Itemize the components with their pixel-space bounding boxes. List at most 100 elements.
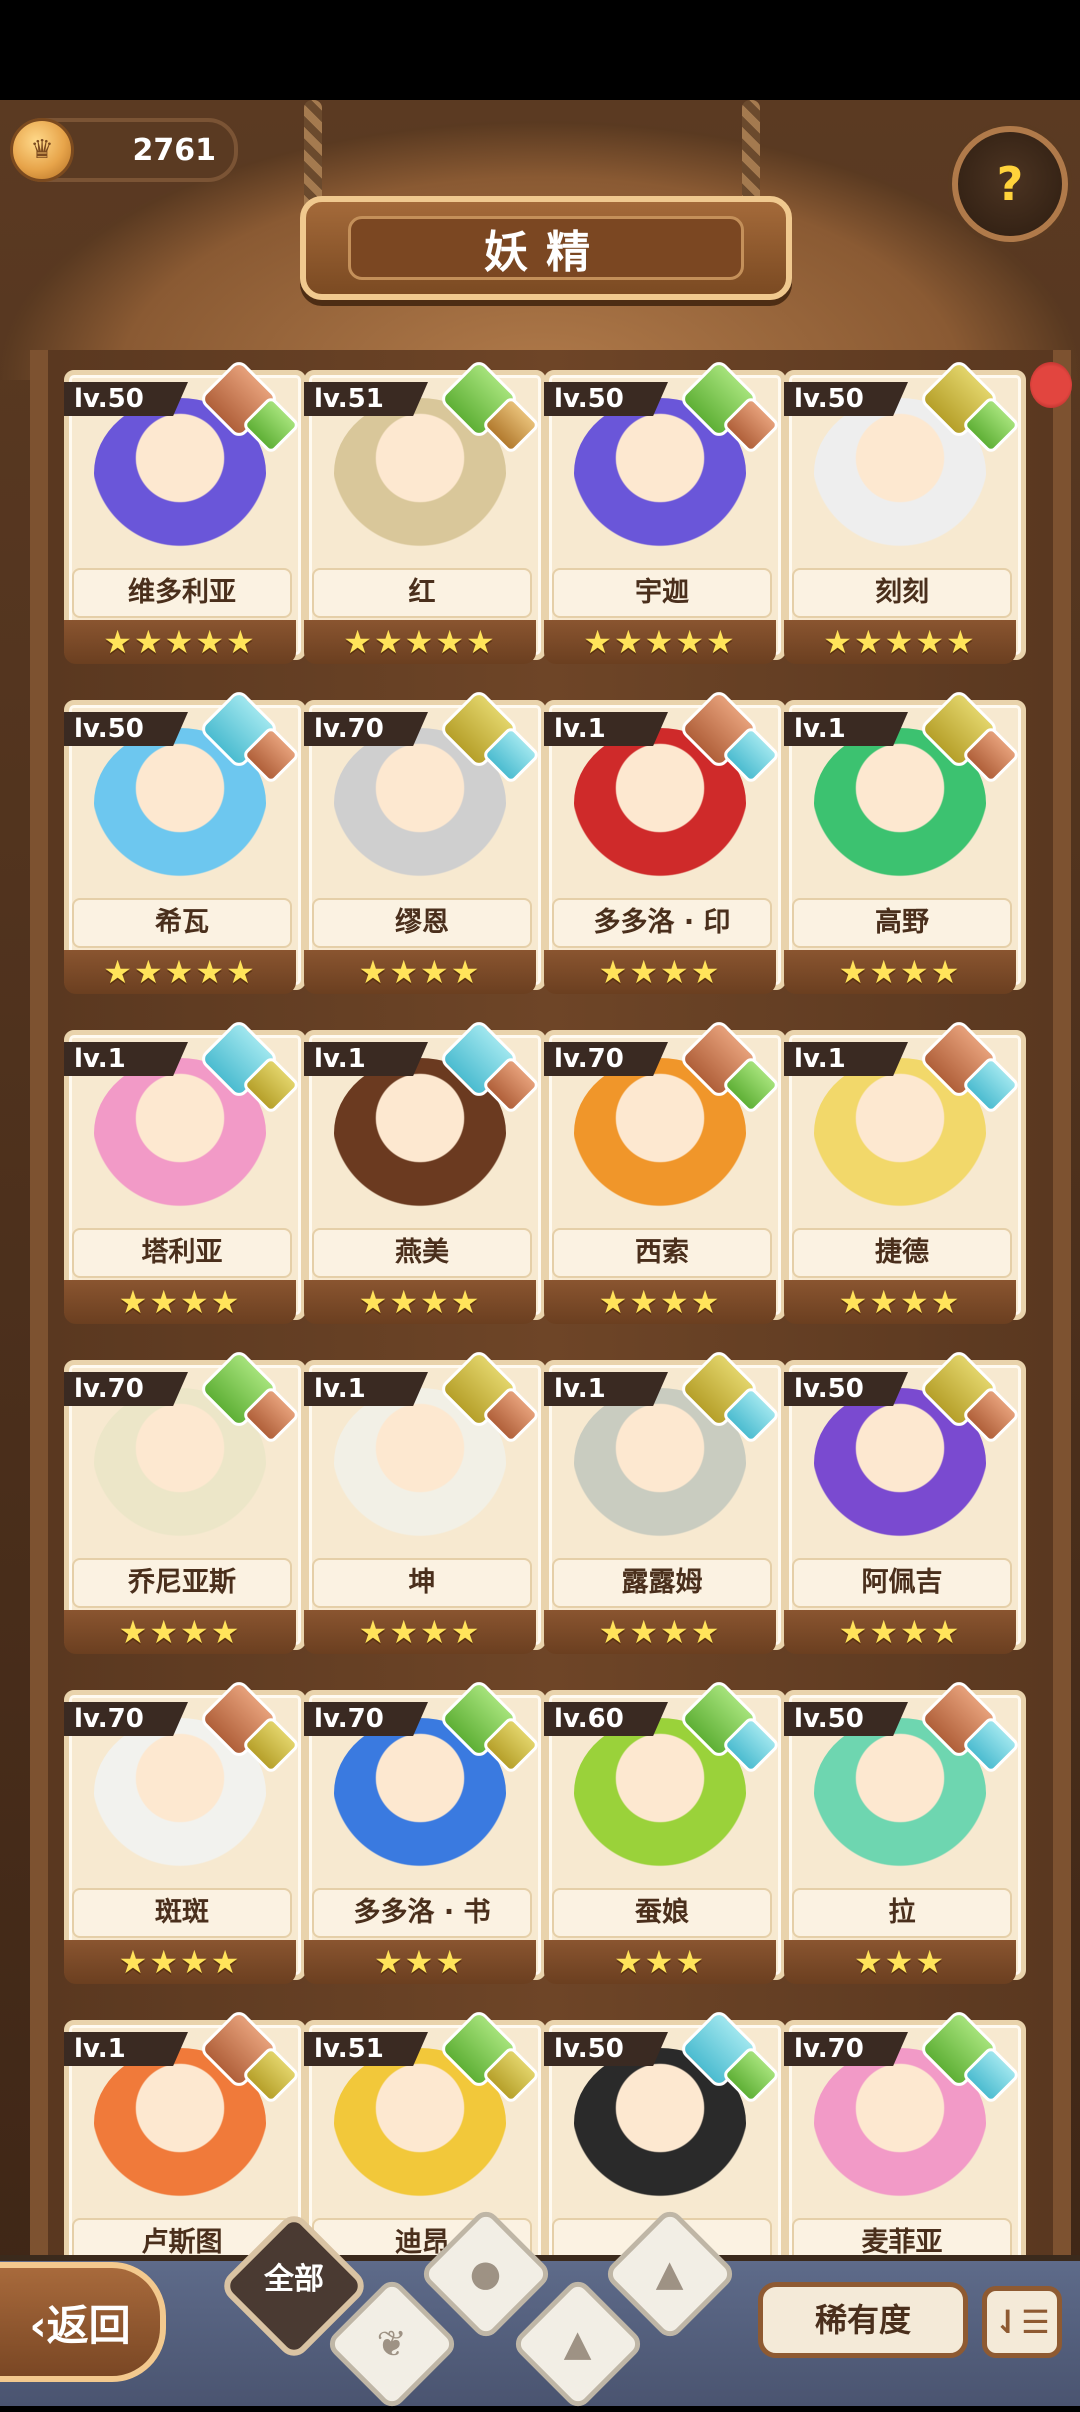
fairy-card[interactable]: lv.1 露露姆 ★★★★ <box>544 1347 786 1654</box>
star-rating: ★★★★★ <box>64 620 296 664</box>
star-rating: ★★★★ <box>544 950 776 994</box>
level-badge: lv.50 <box>784 382 908 416</box>
star-rating: ★★★ <box>544 1940 776 1984</box>
question-sprout-icon: ? <box>996 157 1024 211</box>
crown-coin-icon: ♛ <box>10 118 74 182</box>
fairy-name: 红 <box>312 568 532 618</box>
title-plaque: 妖精 <box>300 196 792 300</box>
level-badge: lv.70 <box>304 712 428 746</box>
fairy-card[interactable]: lv.70 缪恩 ★★★★ <box>304 687 546 994</box>
level-badge: lv.1 <box>304 1042 428 1076</box>
fairy-card[interactable]: lv.1 高野 ★★★★ <box>784 687 1026 994</box>
star-rating: ★★★★ <box>304 950 536 994</box>
fairy-name: 宇迦 <box>552 568 772 618</box>
fairy-name: 坤 <box>312 1558 532 1608</box>
fairy-card[interactable]: lv.70 西索 ★★★★ <box>544 1017 786 1324</box>
fairy-name: 西索 <box>552 1228 772 1278</box>
level-badge: lv.50 <box>544 2032 668 2066</box>
level-badge: lv.1 <box>544 1372 668 1406</box>
fairy-card[interactable]: lv.50 希瓦 ★★★★★ <box>64 687 306 994</box>
rarity-sort-button[interactable]: 稀有度 <box>758 2282 968 2358</box>
fairy-name: 斑斑 <box>72 1888 292 1938</box>
star-rating: ★★★★ <box>544 1610 776 1654</box>
fairy-card[interactable]: lv.1 捷德 ★★★★ <box>784 1017 1026 1324</box>
level-badge: lv.50 <box>64 382 188 416</box>
page-title: 妖精 <box>348 216 744 280</box>
ladybug-icon[interactable] <box>1030 362 1072 408</box>
fairy-card[interactable]: lv.70 多多洛 · 书 ★★★ <box>304 1677 546 1984</box>
level-badge: lv.1 <box>784 712 908 746</box>
fairy-card[interactable]: lv.50 宇迦 ★★★★★ <box>544 357 786 664</box>
level-badge: lv.50 <box>64 712 188 746</box>
fairy-card[interactable]: lv.70 乔尼亚斯 ★★★★ <box>64 1347 306 1654</box>
fairy-card[interactable]: lv.50 维多利亚 ★★★★★ <box>64 357 306 664</box>
fairy-name: 高野 <box>792 898 1012 948</box>
fairy-card[interactable]: lv.1 坤 ★★★★ <box>304 1347 546 1654</box>
star-rating: ★★★★ <box>304 1280 536 1324</box>
fairy-card[interactable]: lv.60 蚕娘 ★★★ <box>544 1677 786 1984</box>
level-badge: lv.70 <box>544 1042 668 1076</box>
level-badge: lv.51 <box>304 382 428 416</box>
mountain-icon: ▲ <box>564 2323 592 2365</box>
level-badge: lv.1 <box>784 1042 908 1076</box>
fairy-name: 维多利亚 <box>72 568 292 618</box>
fairy-name: 捷德 <box>792 1228 1012 1278</box>
fairy-name: 多多洛 · 印 <box>552 898 772 948</box>
star-rating: ★★★★ <box>64 1610 296 1654</box>
star-rating: ★★★★ <box>544 1280 776 1324</box>
fairy-grid: lv.50 维多利亚 ★★★★★ lv.51 红 ★★★★★ lv.50 宇迦 ★★★★★ lv.… <box>64 357 1026 2314</box>
fairy-card[interactable]: lv.1 多多洛 · 印 ★★★★ <box>544 687 786 994</box>
fairy-name: 缪恩 <box>312 898 532 948</box>
star-rating: ★★★ <box>784 1940 1016 1984</box>
sort-order-button[interactable]: ⇃☰ <box>982 2286 1062 2358</box>
level-badge: lv.1 <box>304 1372 428 1406</box>
fairy-card[interactable]: lv.50 阿佩吉 ★★★★ <box>784 1347 1026 1654</box>
level-badge: lv.50 <box>544 382 668 416</box>
level-badge: lv.70 <box>304 1702 428 1736</box>
level-badge: lv.60 <box>544 1702 668 1736</box>
sort-icon: ⇃☰ <box>994 2303 1050 2341</box>
fairy-name: 希瓦 <box>72 898 292 948</box>
fairy-card[interactable]: lv.1 塔利亚 ★★★★ <box>64 1017 306 1324</box>
tab-all-label: 全部 <box>264 2262 324 2297</box>
star-rating: ★★★★ <box>304 1610 536 1654</box>
coin-counter[interactable]: ♛ 2761 <box>10 118 238 182</box>
star-rating: ★★★★ <box>784 950 1016 994</box>
fairy-name: 蚕娘 <box>552 1888 772 1938</box>
fairy-name: 拉 <box>792 1888 1012 1938</box>
fairy-name: 刻刻 <box>792 568 1012 618</box>
star-rating: ★★★★ <box>64 1940 296 1984</box>
back-button[interactable]: ‹返回 <box>0 2262 166 2382</box>
peak-icon: ▲ <box>656 2253 684 2295</box>
star-rating: ★★★★★ <box>64 950 296 994</box>
star-rating: ★★★★ <box>784 1280 1016 1324</box>
level-badge: lv.70 <box>64 1372 188 1406</box>
fairy-name: 乔尼亚斯 <box>72 1558 292 1608</box>
drop-icon: ● <box>470 2253 502 2295</box>
fairy-name: 阿佩吉 <box>792 1558 1012 1608</box>
fairy-card[interactable]: lv.1 燕美 ★★★★ <box>304 1017 546 1324</box>
star-rating: ★★★★★ <box>304 620 536 664</box>
level-badge: lv.1 <box>64 2032 188 2066</box>
star-rating: ★★★★★ <box>784 620 1016 664</box>
star-rating: ★★★★ <box>64 1280 296 1324</box>
fairy-name: 多多洛 · 书 <box>312 1888 532 1938</box>
status-band <box>0 0 1080 100</box>
level-badge: lv.50 <box>784 1372 908 1406</box>
fairy-card[interactable]: lv.50 拉 ★★★ <box>784 1677 1026 1984</box>
help-button[interactable]: ? <box>952 126 1068 242</box>
coin-value: 2761 <box>132 132 217 168</box>
star-rating: ★★★ <box>304 1940 536 1984</box>
level-badge: lv.51 <box>304 2032 428 2066</box>
fairy-name: 露露姆 <box>552 1558 772 1608</box>
fairy-card[interactable]: lv.70 斑斑 ★★★★ <box>64 1677 306 1984</box>
level-badge: lv.70 <box>784 2032 908 2066</box>
fairy-name: 塔利亚 <box>72 1228 292 1278</box>
level-badge: lv.50 <box>784 1702 908 1736</box>
star-rating: ★★★★★ <box>544 620 776 664</box>
fairy-card[interactable]: lv.51 红 ★★★★★ <box>304 357 546 664</box>
sprout-icon: ❦ <box>376 2323 408 2365</box>
level-badge: lv.70 <box>64 1702 188 1736</box>
star-rating: ★★★★ <box>784 1610 1016 1654</box>
fairy-card[interactable]: lv.50 刻刻 ★★★★★ <box>784 357 1026 664</box>
